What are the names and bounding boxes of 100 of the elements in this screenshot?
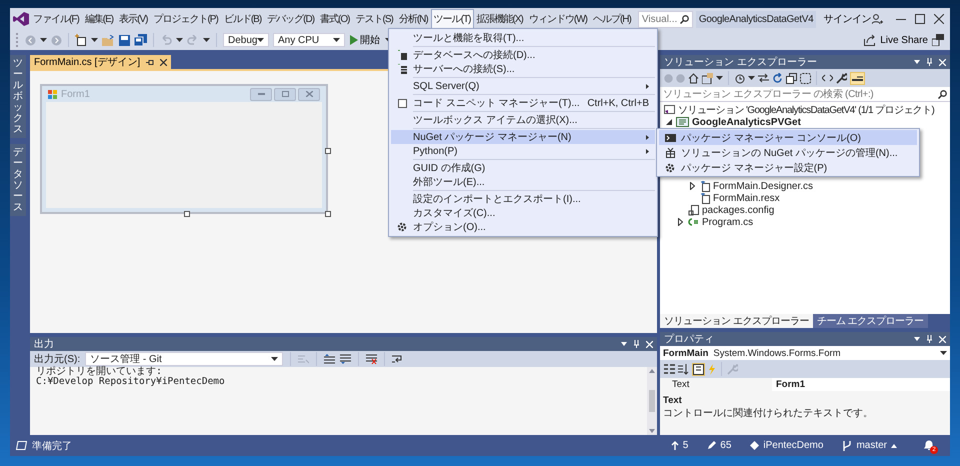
menu-item[interactable]: SQL Server(Q) xyxy=(391,79,655,93)
close-icon[interactable] xyxy=(939,336,946,342)
close-icon[interactable] xyxy=(646,340,653,348)
menu-item[interactable]: NuGet パッケージ マネージャー(N) xyxy=(391,130,655,144)
open-folder-icon[interactable] xyxy=(102,34,115,46)
search-field[interactable]: Visual... xyxy=(642,14,680,24)
search-icon xyxy=(680,14,689,24)
sync-icon[interactable] xyxy=(758,73,769,83)
menu-item[interactable]: ツールボックス アイテムの選択(X)... xyxy=(391,113,655,127)
menu-item[interactable]: データベースへの接続(D)... xyxy=(391,48,655,62)
tree-item[interactable]: FormMain.resx xyxy=(713,192,780,204)
pin-icon[interactable] xyxy=(633,340,640,348)
home-icon[interactable] xyxy=(688,72,699,84)
resize-handle[interactable] xyxy=(325,211,331,217)
new-project-icon[interactable] xyxy=(75,34,87,46)
output-source-dropdown[interactable]: ソース管理 - Git xyxy=(85,352,284,366)
menu-item[interactable]: 拡張機能(X) xyxy=(474,9,526,29)
menu-item[interactable]: パッケージ マネージャー設定(P) xyxy=(659,160,917,175)
categorized-icon[interactable] xyxy=(664,364,675,374)
side-tab[interactable]: ツールボックス xyxy=(10,55,26,138)
person-icon[interactable] xyxy=(872,14,883,24)
collapse-arrow-icon[interactable] xyxy=(666,119,672,125)
scrollbar[interactable] xyxy=(647,367,657,435)
configuration-dropdown[interactable]: Debug xyxy=(223,33,269,47)
description-title: Text xyxy=(663,395,683,406)
dropdown-icon[interactable] xyxy=(914,60,920,64)
menu-item[interactable]: 書式(O) xyxy=(317,9,352,29)
menu-item[interactable]: ファイル(F) xyxy=(30,9,82,29)
live-share-button[interactable]: Live Share xyxy=(864,34,928,46)
pending-changes-icon[interactable] xyxy=(734,72,745,84)
show-all-files-icon[interactable] xyxy=(800,72,811,84)
alphabetical-icon[interactable] xyxy=(678,364,689,374)
collapse-all-icon[interactable] xyxy=(786,72,797,84)
platform-dropdown[interactable]: Any CPU xyxy=(273,33,345,47)
document-tab[interactable]: FormMain.cs [デザイン] xyxy=(30,55,172,69)
start-button[interactable]: 開始 xyxy=(349,32,381,48)
word-wrap-icon[interactable] xyxy=(392,354,404,364)
search-field[interactable]: Visual... xyxy=(638,10,693,28)
changes-count[interactable]: 65 xyxy=(707,440,732,451)
tree-item[interactable]: Program.cs xyxy=(702,216,754,228)
pin-icon[interactable] xyxy=(926,58,933,66)
dropdown-icon[interactable] xyxy=(914,337,920,341)
repository-name[interactable]: iPentecDemo xyxy=(750,440,824,451)
object-selector[interactable]: FormMain System.Windows.Forms.Form xyxy=(660,346,950,360)
menu-item[interactable]: プロジェクト(P) xyxy=(150,9,221,29)
refresh-icon[interactable] xyxy=(772,72,783,84)
expand-arrow-icon[interactable] xyxy=(678,218,683,226)
menu-item[interactable]: 分析(N) xyxy=(396,9,431,29)
menu-item[interactable]: デバッグ(D) xyxy=(264,9,318,29)
property-value[interactable]: Form1 xyxy=(772,378,950,391)
properties-icon xyxy=(693,364,704,374)
panel-tab[interactable]: チーム エクスプローラー xyxy=(812,314,928,328)
solution-icon xyxy=(664,105,675,115)
menu-item[interactable]: パッケージ マネージャー コンソール(O) xyxy=(659,130,917,145)
menu-item[interactable]: 外部ツール(E)... xyxy=(391,175,655,189)
panel-tab[interactable]: ソリューション エクスプローラー xyxy=(660,314,813,328)
menu-item[interactable]: ウィンドウ(W) xyxy=(526,9,590,29)
preview-toggle-button[interactable] xyxy=(850,72,865,84)
tree-item[interactable]: GoogleAnalyticsPVGet xyxy=(692,116,801,128)
diamond-icon xyxy=(750,441,760,450)
up-caret-icon xyxy=(891,444,897,448)
side-tab[interactable]: データソース xyxy=(10,144,26,216)
checkbox-icon xyxy=(398,98,406,108)
menu-item[interactable]: 編集(E) xyxy=(82,9,116,29)
menu-item[interactable]: テスト(S) xyxy=(352,9,396,29)
save-icon[interactable] xyxy=(119,34,130,46)
menu-item[interactable]: カスタマイズ(C)... xyxy=(391,206,655,220)
close-icon[interactable] xyxy=(939,58,946,66)
branch-name[interactable]: master xyxy=(842,440,897,451)
menu-item[interactable]: 表示(V) xyxy=(116,9,150,29)
switch-views-icon[interactable] xyxy=(702,72,713,84)
expand-arrow-icon[interactable] xyxy=(690,182,695,190)
next-message-icon[interactable] xyxy=(340,354,352,364)
menu-item[interactable]: コード スニペット マネージャー(T)... Ctrl+K, Ctrl+B xyxy=(391,96,655,110)
code-icon[interactable] xyxy=(822,74,833,82)
menu-item[interactable]: ツール(T) xyxy=(430,9,474,29)
pin-icon[interactable] xyxy=(926,335,933,343)
menu-item[interactable]: 設定のインポートとエクスポート(I)... xyxy=(391,192,655,206)
sign-in-link[interactable]: サインイン xyxy=(822,11,872,27)
previous-message-icon[interactable] xyxy=(324,354,336,364)
tree-item[interactable]: packages.config xyxy=(702,204,774,216)
dropdown-icon[interactable] xyxy=(621,342,627,346)
menu-item[interactable]: GUID の作成(G) xyxy=(391,161,655,175)
resize-handle[interactable] xyxy=(325,148,331,154)
search-icon xyxy=(938,90,947,98)
wrench-icon[interactable] xyxy=(836,72,847,84)
menu-item[interactable]: サーバーへの接続(S)... xyxy=(391,62,655,76)
clear-all-icon[interactable] xyxy=(366,354,378,364)
resize-handle[interactable] xyxy=(184,211,190,217)
menu-item[interactable]: ソリューションの NuGet パッケージの管理(N)... xyxy=(659,145,917,160)
tree-item[interactable]: ソリューション 'GoogleAnalyticsDataGetV4' (1/1 プロジェクト) xyxy=(678,103,934,117)
menu-item[interactable]: ビルド(B) xyxy=(220,9,264,29)
tree-item[interactable]: FormMain.Designer.cs xyxy=(713,180,814,192)
properties-toggle-button[interactable] xyxy=(692,362,705,376)
push-count[interactable]: 5 xyxy=(670,440,688,451)
menu-item[interactable]: オプション(O)... xyxy=(391,220,655,234)
menu-item[interactable]: ツールと機能を取得(T)... xyxy=(391,31,655,45)
save-all-icon[interactable] xyxy=(134,34,147,46)
menu-item[interactable]: Python(P) xyxy=(391,144,655,158)
menu-item[interactable]: ヘルプ(H) xyxy=(590,9,634,29)
